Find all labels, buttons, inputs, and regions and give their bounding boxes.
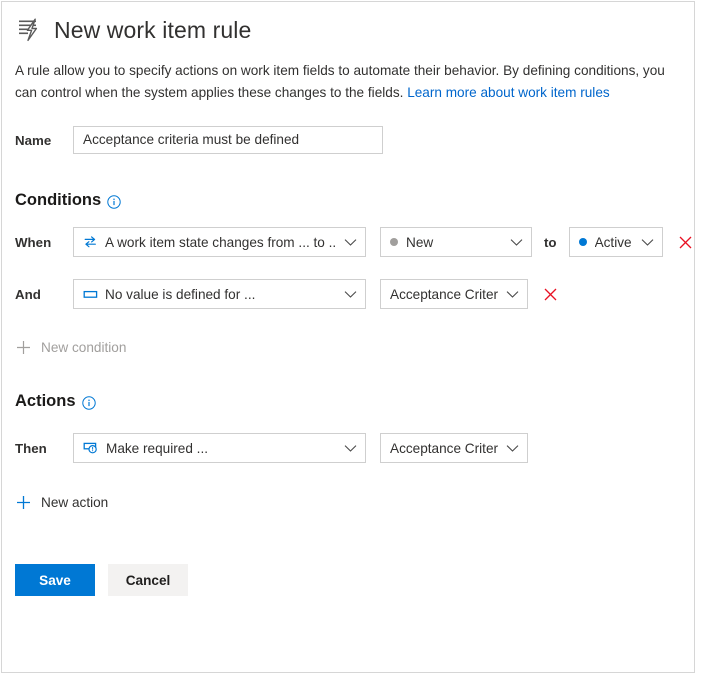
to-label: to <box>544 234 557 250</box>
panel-description: A rule allow you to specify actions on w… <box>15 60 675 104</box>
and-trigger-dropdown[interactable]: No value is defined for ... <box>73 279 366 309</box>
info-icon[interactable] <box>81 395 96 410</box>
conditions-heading: Conditions <box>2 191 694 210</box>
plus-icon <box>16 340 31 355</box>
new-action-label: New action <box>41 495 109 510</box>
make-required-icon <box>83 441 99 455</box>
conditions-heading-label: Conditions <box>15 191 102 209</box>
when-trigger-value: A work item state changes from ... to ..… <box>105 234 336 250</box>
chevron-down-icon <box>344 238 357 247</box>
state-color-dot-active <box>578 238 587 246</box>
name-row: Name <box>2 126 694 154</box>
state-color-dot-new <box>390 238 398 246</box>
condition-row-when: When A work item state changes from ... … <box>2 227 694 257</box>
page-title: New work item rule <box>54 16 252 43</box>
new-work-item-rule-panel: New work item rule A rule allow you to s… <box>1 1 695 673</box>
new-condition-label: New condition <box>41 340 127 355</box>
name-label: Name <box>15 132 52 148</box>
then-field-value: Acceptance Criteria <box>390 440 498 456</box>
name-input[interactable] <box>73 126 383 154</box>
action-row-then: Then Make required ... Acceptance Criter… <box>2 433 694 463</box>
then-label: Then <box>15 440 47 456</box>
chevron-down-icon <box>506 290 519 299</box>
save-button[interactable]: Save <box>15 564 95 596</box>
then-action-value: Make required ... <box>106 440 208 456</box>
chevron-down-icon <box>344 444 357 453</box>
to-state-value: Active <box>594 234 632 250</box>
empty-field-icon <box>83 288 98 301</box>
when-label: When <box>15 234 52 250</box>
and-trigger-value: No value is defined for ... <box>105 286 256 302</box>
and-label: And <box>15 286 41 302</box>
delete-condition-button-when[interactable] <box>676 233 694 251</box>
and-field-dropdown[interactable]: Acceptance Criteria <box>380 279 528 309</box>
info-icon[interactable] <box>107 194 121 209</box>
chevron-down-icon <box>344 290 357 299</box>
plus-icon <box>16 495 31 510</box>
and-field-value: Acceptance Criteria <box>390 286 498 302</box>
actions-heading: Actions <box>2 392 694 411</box>
learn-more-link[interactable]: Learn more about work item rules <box>407 85 610 100</box>
when-trigger-dropdown[interactable]: A work item state changes from ... to ..… <box>73 227 366 257</box>
state-transition-icon <box>83 235 98 249</box>
new-action-button[interactable]: New action <box>2 495 694 510</box>
footer-button-bar: Save Cancel <box>2 564 694 596</box>
chevron-down-icon <box>506 444 519 453</box>
new-condition-button[interactable]: New condition <box>2 340 694 355</box>
from-state-dropdown[interactable]: New <box>380 227 532 257</box>
work-item-rule-icon <box>15 15 45 45</box>
to-state-dropdown[interactable]: Active <box>568 227 663 257</box>
then-action-dropdown[interactable]: Make required ... <box>73 433 366 463</box>
actions-heading-label: Actions <box>15 392 76 410</box>
delete-condition-button-and[interactable] <box>541 285 559 303</box>
chevron-down-icon <box>641 238 654 247</box>
from-state-value: New <box>406 234 434 250</box>
chevron-down-icon <box>510 238 523 247</box>
condition-row-and: And No value is defined for ... Acceptan… <box>2 279 694 309</box>
panel-header: New work item rule <box>2 2 694 45</box>
cancel-button[interactable]: Cancel <box>108 564 188 596</box>
then-field-dropdown[interactable]: Acceptance Criteria <box>380 433 528 463</box>
